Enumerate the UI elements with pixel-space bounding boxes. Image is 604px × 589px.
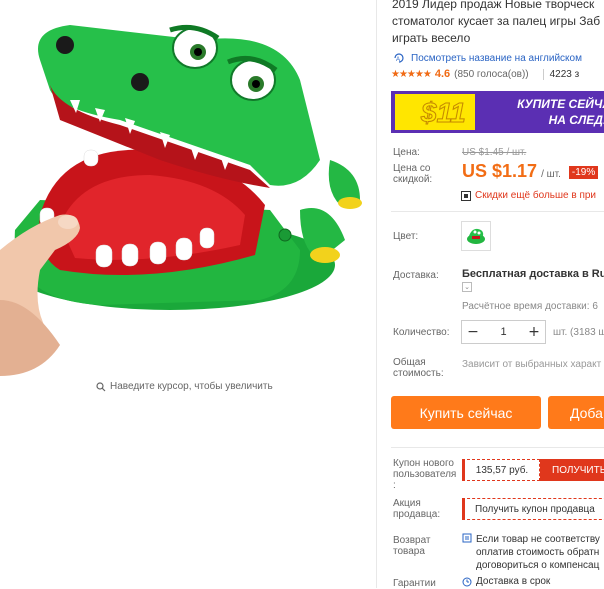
total-label-line: стоимость: [393, 368, 444, 379]
sale-price-unit: / шт. [541, 169, 561, 180]
crocodile-toy-illustration [0, 24, 362, 376]
banner-text-line: КУПИТЕ СЕЙЧА [517, 97, 604, 111]
sale-price-label: Цена со скидкой: [393, 163, 432, 185]
promo-banner[interactable]: $11 КУПИТЕ СЕЙЧА НА СЛЕДУ [391, 91, 604, 133]
seller-label-line: Акция [393, 498, 421, 509]
total-label-line: Общая [393, 357, 426, 368]
translate-title-link[interactable]: A Посмотреть название на английском [393, 52, 582, 64]
shipping-eta: Расчётное время доставки: 6 [462, 301, 598, 312]
return-text-line: договориться о компенсац [476, 560, 600, 571]
return-policy-label: Возврат товара [393, 535, 431, 557]
shipping-label: Доставка: [393, 270, 439, 281]
shipping-value: Бесплатная доставка в Russ [462, 268, 604, 280]
banner-text: КУПИТЕ СЕЙЧА НА СЛЕДУ [501, 96, 604, 128]
sale-label-line: скидкой: [393, 174, 433, 185]
add-to-cart-button[interactable]: Доба [548, 396, 604, 429]
guarantee-label: Гарантии [393, 578, 436, 589]
return-text-line: Если товар не соответству [476, 534, 600, 545]
new-user-coupon-label: Купон нового пользователя : [393, 458, 456, 491]
seller-label-line: продавца: [393, 509, 441, 520]
svg-text:A: A [396, 57, 400, 63]
column-divider [376, 0, 377, 588]
sale-price-value: US $1.17 [462, 161, 538, 181]
banner-coupon-tag: $11 [395, 94, 475, 130]
quantity-stepper: − 1 + [461, 320, 546, 344]
return-policy-text: Если товар не соответству оплатив стоимо… [462, 533, 600, 572]
divider [391, 211, 604, 212]
product-title: 2019 Лидер продаж Новые творческ стомато… [392, 0, 604, 47]
return-text-line: оплатив стоимость обратн [476, 547, 600, 558]
quantity-decrease-button[interactable]: − [462, 321, 484, 343]
total-cost-value: Зависит от выбранных характ [462, 359, 602, 370]
get-coupon-button[interactable]: ПОЛУЧИТЬ [540, 459, 604, 481]
app-discount-text[interactable]: Скидки ещё больше в при [475, 190, 596, 201]
guarantee-item: Доставка в срок [462, 576, 550, 587]
coupon-label-line: пользователя [393, 469, 457, 480]
sale-label-line: Цена со [393, 163, 431, 174]
seller-promo-label: Акция продавца: [393, 498, 440, 520]
quantity-label: Количество: [393, 327, 450, 338]
rating-row: ★★★★★ 4.6 (850 голоса(ов)) 4223 з [391, 68, 579, 80]
magnifier-icon [96, 381, 106, 391]
quantity-value[interactable]: 1 [484, 326, 523, 338]
banner-text-line: НА СЛЕДУ [548, 113, 604, 127]
color-label: Цвет: [393, 231, 419, 242]
get-seller-coupon-button[interactable]: Получить купон продавца [462, 498, 604, 520]
discount-badge: -19% [568, 166, 599, 179]
quantity-available: шт. (3183 ш [553, 327, 604, 338]
product-title-line: 2019 Лидер продаж Новые творческ [392, 0, 595, 11]
return-policy-icon [462, 533, 472, 543]
color-swatch-option[interactable] [461, 221, 491, 251]
qr-code-icon [461, 190, 471, 201]
coupon-value: 135,57 руб. [462, 459, 540, 481]
price-label: Цена: [393, 147, 420, 158]
product-title-line: стоматолог кусает за палец игры Заб [392, 14, 601, 28]
return-label-line: товара [393, 546, 425, 557]
zoom-hint: Наведите курсор, чтобы увеличить [96, 381, 273, 392]
translate-link-label[interactable]: Посмотреть название на английском [411, 53, 582, 64]
guarantee-text: Доставка в срок [476, 576, 551, 587]
zoom-hint-text: Наведите курсор, чтобы увеличить [110, 381, 273, 392]
orders-count: 4223 з [542, 68, 579, 80]
quantity-increase-button[interactable]: + [523, 321, 545, 343]
rating-stars-icon: ★★★★★ [391, 68, 432, 80]
app-discount-link[interactable]: Скидки ещё больше в при [461, 190, 596, 201]
coupon-label-line: Купон нового [393, 458, 454, 469]
translate-icon: A [394, 53, 404, 63]
banner-amount: $11 [421, 97, 467, 129]
buy-now-button[interactable]: Купить сейчас [391, 396, 541, 429]
chevron-down-icon[interactable]: ⌄ [462, 282, 472, 292]
product-image[interactable] [0, 0, 376, 376]
rating-votes-link[interactable]: (850 голоса(ов)) [454, 69, 529, 80]
delivery-clock-icon [462, 577, 472, 586]
coupon-label-line: : [393, 480, 396, 491]
divider [391, 447, 604, 448]
total-cost-label: Общая стоимость: [393, 357, 444, 379]
sale-price: US $1.17 / шт. -19% [462, 161, 599, 182]
product-title-line: играть весело [392, 31, 471, 45]
crocodile-thumbnail-icon [467, 228, 485, 244]
return-label-line: Возврат [393, 535, 431, 546]
old-price: US $1.45 / шт. [462, 147, 527, 158]
rating-value: 4.6 [434, 68, 451, 80]
